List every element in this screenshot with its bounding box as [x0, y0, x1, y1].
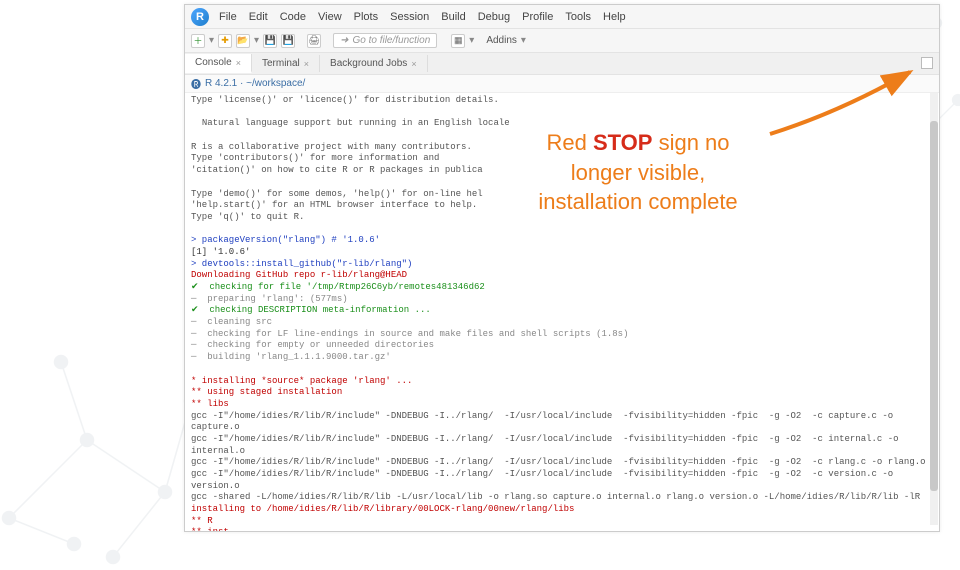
scroll-thumb[interactable] — [930, 121, 938, 491]
save-all-button[interactable]: 💾 — [281, 34, 295, 48]
goto-file-function-input[interactable]: ➜ Go to file/function — [333, 33, 437, 48]
console-line: gcc -I"/home/idies/R/lib/R/include" -DND… — [191, 434, 933, 457]
console-working-dir: R 4.2.1 · ~/workspace/ — [205, 78, 305, 89]
console-line — [191, 224, 933, 236]
console-line: gcc -shared -L/home/idies/R/lib/R/lib -L… — [191, 492, 933, 504]
close-icon[interactable]: × — [304, 59, 309, 69]
rstudio-logo: R — [191, 8, 209, 26]
dropdown-caret-icon[interactable]: ▾ — [469, 35, 474, 46]
console-line: ─ checking for LF line-endings in source… — [191, 329, 933, 341]
menu-profile[interactable]: Profile — [522, 11, 553, 23]
menu-build[interactable]: Build — [441, 11, 465, 23]
menu-file[interactable]: File — [219, 11, 237, 23]
new-project-button[interactable]: ✚ — [218, 34, 232, 48]
addins-menu[interactable]: Addins — [486, 35, 517, 46]
new-file-button[interactable]: ＋ — [191, 34, 205, 48]
console-line: gcc -I"/home/idies/R/lib/R/include" -DND… — [191, 411, 933, 434]
console-line: ** using staged installation — [191, 387, 933, 399]
console-line: > packageVersion("rlang") # '1.0.6' — [191, 235, 933, 247]
dropdown-caret-icon[interactable]: ▾ — [254, 35, 259, 46]
menubar: R File Edit Code View Plots Session Buil… — [185, 5, 939, 29]
open-file-button[interactable]: 📂 — [236, 34, 250, 48]
console-line: ** libs — [191, 399, 933, 411]
print-icon[interactable]: 🖨 — [307, 34, 321, 48]
dropdown-caret-icon[interactable]: ▾ — [209, 35, 214, 46]
console-line: Downloading GitHub repo r-lib/rlang@HEAD — [191, 270, 933, 282]
console-line: ** inst — [191, 527, 933, 531]
console-line: installing to /home/idies/R/lib/R/librar… — [191, 504, 933, 516]
console-line: [1] '1.0.6' — [191, 247, 933, 259]
console-line: gcc -I"/home/idies/R/lib/R/include" -DND… — [191, 457, 933, 469]
console-line: gcc -I"/home/idies/R/lib/R/include" -DND… — [191, 469, 933, 492]
close-icon[interactable]: × — [411, 59, 416, 69]
save-button[interactable]: 💾 — [263, 34, 277, 48]
menu-debug[interactable]: Debug — [478, 11, 510, 23]
console-line: ─ building 'rlang_1.1.1.9000.tar.gz' — [191, 352, 933, 364]
console-line: ** R — [191, 516, 933, 528]
tab-console[interactable]: Console× — [185, 54, 252, 73]
scrollbar[interactable] — [930, 93, 938, 525]
menu-view[interactable]: View — [318, 11, 342, 23]
console-line: ─ cleaning src — [191, 317, 933, 329]
grid-icon[interactable]: ▦ — [451, 34, 465, 48]
menu-help[interactable]: Help — [603, 11, 626, 23]
goto-icon: ➜ — [340, 35, 348, 46]
console-line: ─ checking for empty or unneeded directo… — [191, 340, 933, 352]
tab-terminal[interactable]: Terminal× — [252, 55, 320, 72]
tab-background-jobs[interactable]: Background Jobs× — [320, 55, 428, 72]
console-line — [191, 364, 933, 376]
menu-tools[interactable]: Tools — [565, 11, 591, 23]
menu-code[interactable]: Code — [280, 11, 306, 23]
menu-session[interactable]: Session — [390, 11, 429, 23]
console-line: ✔ checking DESCRIPTION meta-information … — [191, 305, 933, 317]
close-icon[interactable]: × — [236, 58, 241, 68]
console-line: * installing *source* package 'rlang' ..… — [191, 376, 933, 388]
console-line: ─ preparing 'rlang': (577ms) — [191, 294, 933, 306]
menu-edit[interactable]: Edit — [249, 11, 268, 23]
dropdown-caret-icon[interactable]: ▾ — [521, 35, 526, 46]
console-line: > devtools::install_github("r-lib/rlang"… — [191, 259, 933, 271]
console-line: ✔ checking for file '/tmp/Rtmp26C6yb/rem… — [191, 282, 933, 294]
annotation-text: Red STOP sign no longer visible, install… — [458, 128, 818, 217]
toolbar: ＋ ▾ ✚ 📂 ▾ 💾 💾 🖨 ➜ Go to file/function ▦ … — [185, 29, 939, 53]
menu-plots[interactable]: Plots — [354, 11, 378, 23]
r-logo-small-icon: 🅡 — [191, 76, 201, 91]
